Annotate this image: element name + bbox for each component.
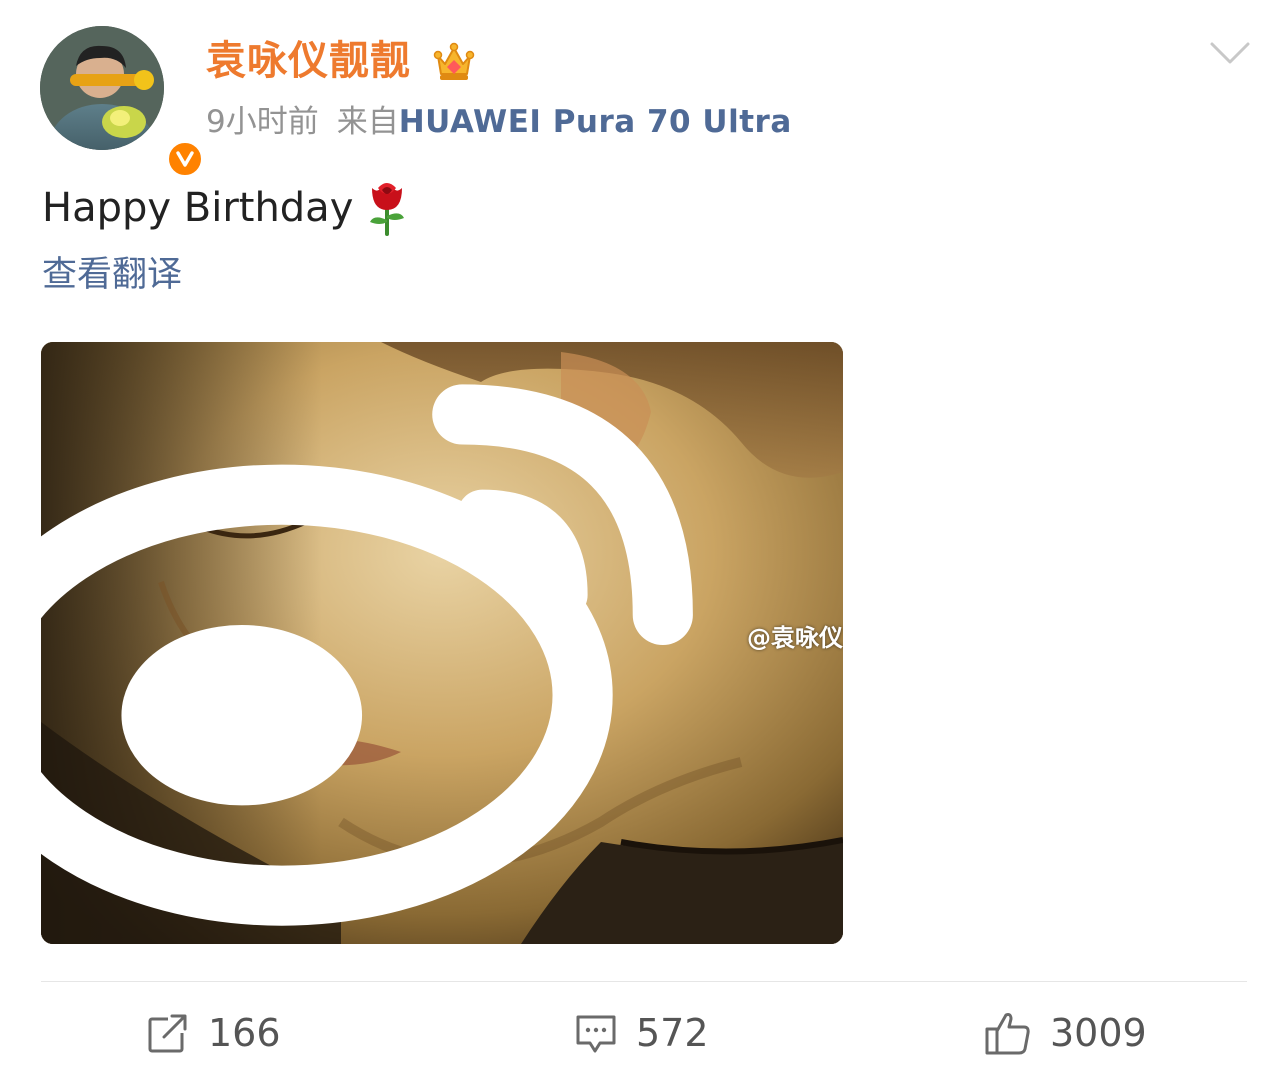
image-watermark: @袁咏仪: [41, 342, 843, 936]
post-meta: 9小时前 来自HUAWEI Pura 70 Ultra: [206, 102, 792, 142]
repost-count: 166: [208, 1011, 281, 1055]
repost-button[interactable]: 166: [146, 1004, 281, 1062]
like-button[interactable]: 3009: [984, 1004, 1147, 1062]
avatar[interactable]: [40, 26, 204, 178]
divider: [41, 981, 1247, 982]
translate-link[interactable]: 查看翻译: [42, 252, 182, 298]
comment-count: 572: [636, 1011, 709, 1055]
thumbs-up-icon: [985, 1013, 1030, 1055]
comment-icon: [576, 1015, 616, 1053]
comment-button[interactable]: 572: [574, 1004, 709, 1062]
repost-icon: [148, 1013, 188, 1053]
username[interactable]: 袁咏仪靓靓: [206, 36, 411, 86]
chevron-down-icon[interactable]: [1208, 36, 1252, 70]
post-time: 9小时前: [206, 104, 319, 140]
vip-crown-icon[interactable]: [432, 40, 476, 84]
verified-v-badge-icon: [166, 140, 204, 178]
post-image[interactable]: @袁咏仪: [41, 342, 843, 944]
source-label: 来自: [336, 104, 399, 140]
rose-emoji: [360, 176, 414, 236]
weibo-logo-icon: [41, 384, 693, 926]
post-text: Happy Birthday: [42, 185, 354, 231]
source-device-link[interactable]: HUAWEI Pura 70 Ultra: [399, 104, 792, 140]
watermark-text: @袁咏仪: [747, 623, 843, 652]
like-count: 3009: [1050, 1011, 1147, 1055]
avatar-image: [40, 26, 164, 150]
